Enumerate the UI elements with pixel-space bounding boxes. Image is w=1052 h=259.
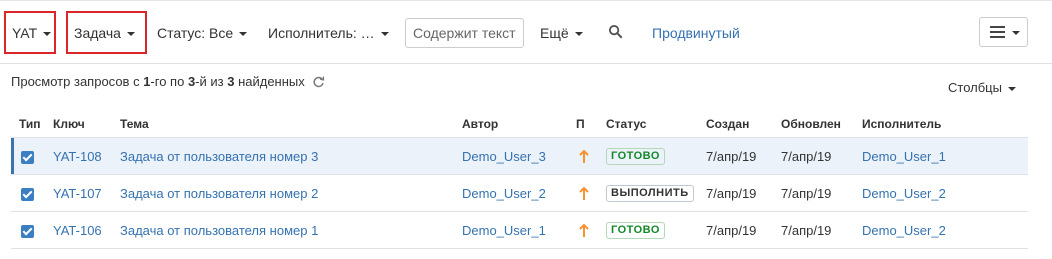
assignee-filter-label: Исполнитель: … <box>268 25 375 41</box>
assignee-link[interactable]: Demo_User_2 <box>862 186 946 201</box>
table-header-row: Тип Ключ Тема Автор П Статус Создан Обно… <box>11 110 1028 138</box>
checkbox-task-icon <box>21 224 34 238</box>
assignee-link[interactable]: Demo_User_1 <box>862 149 946 164</box>
status-filter-label: Статус: Все <box>157 25 234 41</box>
column-header-priority[interactable]: П <box>576 110 606 138</box>
checkbox-task-icon <box>21 150 34 164</box>
issue-key-link[interactable]: YAT-106 <box>53 223 102 238</box>
table-row[interactable]: YAT-108 Задача от пользователя номер 3 D… <box>11 137 1028 175</box>
table-row[interactable]: YAT-107 Задача от пользователя номер 2 D… <box>11 174 1028 212</box>
column-header-reporter[interactable]: Автор <box>462 110 576 138</box>
chevron-down-icon <box>1007 86 1016 91</box>
updated-date: 7/апр/19 <box>781 137 862 175</box>
columns-button[interactable]: Столбцы <box>948 80 1016 95</box>
summary-prefix: Просмотр запросов с <box>11 74 144 89</box>
highlight-box-project <box>4 11 56 54</box>
search-button[interactable] <box>608 24 623 40</box>
checkbox-task-icon <box>21 187 34 201</box>
column-header-key[interactable]: Ключ <box>53 110 120 138</box>
issues-table: Тип Ключ Тема Автор П Статус Создан Обно… <box>11 110 1028 249</box>
arrow-up-icon <box>579 186 589 200</box>
assignee-filter-button[interactable]: Исполнитель: … <box>268 18 389 48</box>
chevron-down-icon <box>239 32 248 37</box>
reporter-link[interactable]: Demo_User_3 <box>462 149 546 164</box>
updated-date: 7/апр/19 <box>781 174 862 212</box>
assignee-link[interactable]: Demo_User_2 <box>862 223 946 238</box>
layout-menu-button[interactable] <box>979 17 1028 47</box>
text-search-input[interactable] <box>405 18 524 48</box>
results-summary: Просмотр запросов с 1-го по 3-й из 3 най… <box>11 74 325 89</box>
column-header-assignee[interactable]: Исполнитель <box>862 110 1028 138</box>
column-header-created[interactable]: Создан <box>706 110 781 138</box>
status-badge: ВЫПОЛНИТЬ <box>606 185 694 202</box>
column-header-status[interactable]: Статус <box>606 110 706 138</box>
issue-type-cell <box>11 174 53 212</box>
columns-label: Столбцы <box>948 80 1002 95</box>
search-icon <box>608 24 623 39</box>
status-badge: ГОТОВО <box>606 222 665 239</box>
refresh-icon[interactable] <box>312 75 325 88</box>
issue-type-cell <box>11 137 53 175</box>
reporter-link[interactable]: Demo_User_1 <box>462 223 546 238</box>
status-badge: ГОТОВО <box>606 148 665 165</box>
created-date: 7/апр/19 <box>706 174 781 212</box>
summary-mid2: -й из <box>195 74 228 89</box>
more-filters-button[interactable]: Ещё <box>540 18 583 48</box>
status-filter-button[interactable]: Статус: Все <box>157 18 248 48</box>
hamburger-menu-icon <box>990 26 1005 38</box>
created-date: 7/апр/19 <box>706 211 781 249</box>
issue-key-link[interactable]: YAT-107 <box>53 186 102 201</box>
highlight-box-type <box>66 11 147 54</box>
issue-summary-link[interactable]: Задача от пользователя номер 3 <box>120 149 318 164</box>
column-header-summary[interactable]: Тема <box>120 110 462 138</box>
created-date: 7/апр/19 <box>706 137 781 175</box>
issue-summary-link[interactable]: Задача от пользователя номер 2 <box>120 186 318 201</box>
arrow-up-icon <box>579 223 589 237</box>
reporter-link[interactable]: Demo_User_2 <box>462 186 546 201</box>
column-header-type[interactable]: Тип <box>11 110 53 138</box>
issue-type-cell <box>11 211 53 249</box>
summary-suffix: найденных <box>234 74 305 89</box>
chevron-down-icon <box>574 32 583 37</box>
chevron-down-icon <box>1012 31 1020 35</box>
updated-date: 7/апр/19 <box>781 211 862 249</box>
column-header-updated[interactable]: Обновлен <box>781 110 862 138</box>
summary-mid1: -го по <box>150 74 188 89</box>
filter-bar: YAT Задача Статус: Все Исполнитель: … Ещ… <box>0 0 1052 64</box>
issue-summary-link[interactable]: Задача от пользователя номер 1 <box>120 223 318 238</box>
issue-key-link[interactable]: YAT-108 <box>53 149 102 164</box>
more-filters-label: Ещё <box>540 25 569 41</box>
arrow-up-icon <box>579 149 589 163</box>
table-row[interactable]: YAT-106 Задача от пользователя номер 1 D… <box>11 211 1028 249</box>
advanced-search-link[interactable]: Продвинутый <box>652 18 740 48</box>
chevron-down-icon <box>380 32 389 37</box>
